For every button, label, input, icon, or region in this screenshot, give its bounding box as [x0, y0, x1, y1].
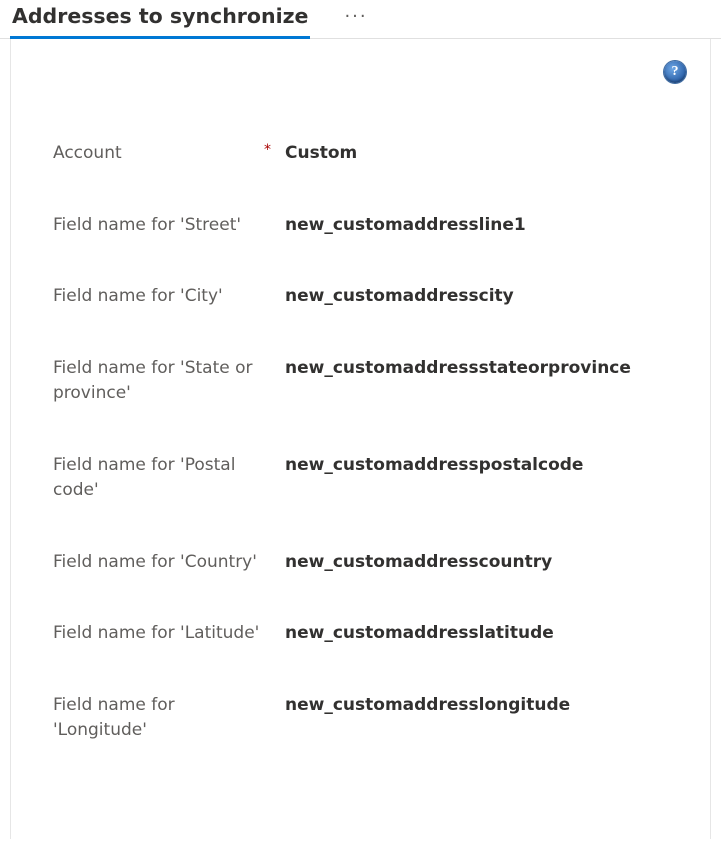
label-col: Account *	[53, 141, 285, 167]
form-row-longitude: Field name for 'Longitude' new_customaddr…	[53, 693, 668, 744]
form-row-city: Field name for 'City' new_customaddressci…	[53, 284, 668, 310]
label-col: Field name for 'Longitude'	[53, 693, 285, 744]
field-label-account: Account	[53, 141, 122, 167]
help-glyph: ?	[672, 64, 679, 80]
help-row: ?	[11, 39, 710, 83]
form-row-state-or-province: Field name for 'State or province' new_cu…	[53, 356, 668, 407]
value-col: Custom	[285, 141, 668, 167]
label-col: Field name for 'City'	[53, 284, 285, 310]
field-value-postal-code[interactable]: new_customaddresspostalcode	[285, 455, 583, 475]
label-col: Field name for 'State or province'	[53, 356, 285, 407]
field-label-country: Field name for 'Country'	[53, 550, 257, 576]
tab-header: Addresses to synchronize ···	[0, 0, 721, 39]
field-label-city: Field name for 'City'	[53, 284, 223, 310]
form-row-account: Account * Custom	[53, 141, 668, 167]
field-label-postal-code: Field name for 'Postal code'	[53, 453, 271, 504]
value-col: new_customaddressstateorprovince	[285, 356, 668, 382]
form-row-street: Field name for 'Street' new_customaddress…	[53, 213, 668, 239]
field-value-latitude[interactable]: new_customaddresslatitude	[285, 623, 554, 643]
field-label-street: Field name for 'Street'	[53, 213, 241, 239]
value-col: new_customaddresscountry	[285, 550, 668, 576]
field-label-state-or-province: Field name for 'State or province'	[53, 356, 271, 407]
form-row-latitude: Field name for 'Latitude' new_customaddre…	[53, 621, 668, 647]
form: Account * Custom Field name for 'Street' new…	[11, 83, 710, 744]
required-marker: *	[264, 141, 271, 159]
tab-addresses-to-synchronize[interactable]: Addresses to synchronize	[12, 4, 308, 38]
field-value-street[interactable]: new_customaddressline1	[285, 215, 526, 235]
label-col: Field name for 'Postal code'	[53, 453, 285, 504]
label-col: Field name for 'Latitude'	[53, 621, 285, 647]
value-col: new_customaddresscity	[285, 284, 668, 310]
content-panel: ? Account * Custom Field name for 'Street' n…	[10, 39, 711, 839]
value-col: new_customaddresslatitude	[285, 621, 668, 647]
tab-label: Addresses to synchronize	[12, 4, 308, 28]
ellipsis-glyph: ···	[344, 6, 367, 27]
label-col: Field name for 'Country'	[53, 550, 285, 576]
form-row-country: Field name for 'Country' new_customaddres…	[53, 550, 668, 576]
field-label-latitude: Field name for 'Latitude'	[53, 621, 259, 647]
value-col: new_customaddressline1	[285, 213, 668, 239]
field-value-country[interactable]: new_customaddresscountry	[285, 552, 552, 572]
value-col: new_customaddresslongitude	[285, 693, 668, 719]
form-row-postal-code: Field name for 'Postal code' new_customad…	[53, 453, 668, 504]
more-actions-icon[interactable]: ···	[344, 6, 367, 37]
help-icon[interactable]: ?	[664, 61, 686, 83]
field-value-longitude[interactable]: new_customaddresslongitude	[285, 695, 570, 715]
label-col: Field name for 'Street'	[53, 213, 285, 239]
field-value-city[interactable]: new_customaddresscity	[285, 286, 514, 306]
field-label-longitude: Field name for 'Longitude'	[53, 693, 271, 744]
field-value-state-or-province[interactable]: new_customaddressstateorprovince	[285, 358, 631, 378]
field-value-account[interactable]: Custom	[285, 143, 357, 163]
value-col: new_customaddresspostalcode	[285, 453, 668, 479]
